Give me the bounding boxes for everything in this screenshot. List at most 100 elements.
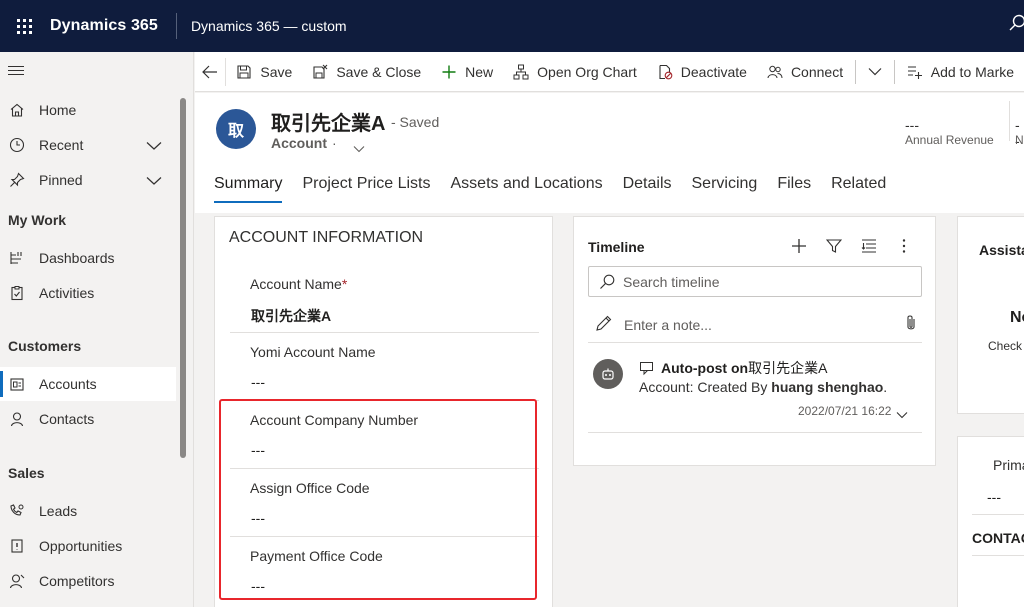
open-org-chart-button[interactable]: Open Org Chart bbox=[503, 52, 647, 91]
save-button[interactable]: Save bbox=[226, 52, 302, 91]
sidebar-item-label: Contacts bbox=[39, 411, 95, 427]
page-title: 取引先企業A bbox=[271, 113, 386, 135]
arrow-left-icon bbox=[202, 65, 218, 78]
sidebar-item-label: Opportunities bbox=[39, 538, 123, 554]
competitor-icon bbox=[8, 572, 26, 590]
phone-person-icon bbox=[8, 502, 26, 520]
tab-files[interactable]: Files bbox=[777, 175, 811, 205]
timeline-item-description: Account: Created By huang shenghao. bbox=[639, 379, 888, 395]
field-yomi-account-name[interactable]: Yomi Account Name --- bbox=[230, 333, 539, 401]
tab-details[interactable]: Details bbox=[623, 175, 672, 205]
sort-icon[interactable] bbox=[860, 237, 878, 255]
search-icon bbox=[1009, 14, 1024, 31]
plus-icon[interactable] bbox=[790, 237, 808, 255]
tab-servicing[interactable]: Servicing bbox=[692, 175, 758, 205]
new-button[interactable]: New bbox=[431, 52, 503, 91]
plus-icon bbox=[441, 64, 457, 80]
save-close-icon bbox=[312, 64, 328, 80]
sidebar-item-pinned[interactable]: Pinned bbox=[0, 163, 176, 197]
note-placeholder: Enter a note... bbox=[624, 317, 712, 333]
timeline-search-input[interactable]: Search timeline bbox=[588, 266, 922, 297]
timeline-title: Timeline bbox=[588, 239, 645, 255]
chevron-down-icon[interactable] bbox=[896, 406, 908, 424]
search-placeholder: Search timeline bbox=[623, 274, 720, 290]
note-input[interactable]: Enter a note... bbox=[588, 309, 922, 343]
sidebar-item-accounts[interactable]: Accounts bbox=[0, 367, 176, 401]
post-icon bbox=[639, 360, 655, 376]
field-label: Yomi Account Name bbox=[250, 344, 376, 360]
more-options-icon[interactable] bbox=[895, 237, 913, 255]
primary-contact-value[interactable]: --- bbox=[987, 489, 1001, 505]
annual-revenue-value: --- bbox=[905, 117, 919, 133]
field-value[interactable]: --- bbox=[251, 374, 265, 390]
save-close-label: Save & Close bbox=[336, 63, 422, 80]
menu-toggle-button[interactable] bbox=[8, 66, 24, 78]
sidebar-item-contacts[interactable]: Contacts bbox=[0, 402, 176, 436]
primary-contact-section: Prima --- CONTAC bbox=[957, 436, 1024, 607]
timeline-item-title: Auto-post on 取引先企業A bbox=[639, 358, 827, 378]
connect-button[interactable]: Connect bbox=[757, 52, 853, 91]
timeline-section: Timeline Search timeline Enter a note...… bbox=[573, 216, 936, 466]
primary-contact-label: Prima bbox=[993, 457, 1024, 473]
sidebar-item-label: Home bbox=[39, 102, 77, 118]
person-icon bbox=[8, 410, 26, 428]
search-icon bbox=[599, 274, 615, 295]
sidebar-item-label: Accounts bbox=[39, 376, 97, 392]
tab-assets-and-locations[interactable]: Assets and Locations bbox=[451, 175, 603, 205]
home-icon bbox=[8, 101, 26, 119]
tab-related[interactable]: Related bbox=[831, 175, 886, 205]
save-close-button[interactable]: Save & Close bbox=[302, 52, 431, 91]
sidebar-scrollbar[interactable] bbox=[180, 98, 186, 458]
nav-group-my-work: My Work bbox=[8, 212, 67, 228]
record-tabs: Summary Project Price Lists Assets and L… bbox=[214, 175, 906, 205]
field-value[interactable]: 取引先企業A bbox=[251, 306, 331, 326]
sidebar-item-activities[interactable]: Activities bbox=[0, 276, 176, 310]
pin-icon bbox=[8, 171, 26, 189]
entity-name: Account bbox=[271, 135, 327, 151]
paperclip-icon[interactable] bbox=[904, 314, 918, 337]
back-button[interactable] bbox=[195, 57, 227, 86]
kpi2-label: N bbox=[1015, 133, 1024, 147]
tab-summary[interactable]: Summary bbox=[214, 175, 283, 205]
tab-project-price-lists[interactable]: Project Price Lists bbox=[302, 175, 430, 205]
sidebar-item-opportunities[interactable]: Opportunities bbox=[0, 529, 176, 563]
sidebar-item-label: Recent bbox=[39, 137, 84, 153]
divider bbox=[972, 514, 1024, 515]
deactivate-icon bbox=[657, 64, 673, 80]
sidebar-item-label: Competitors bbox=[39, 573, 115, 589]
command-separator bbox=[893, 59, 895, 84]
sidebar-item-recent[interactable]: Recent bbox=[0, 128, 176, 162]
assistant-hint: Check y bbox=[988, 339, 1024, 353]
timeline-item[interactable]: Auto-post on 取引先企業A Account: Created By … bbox=[588, 351, 922, 433]
assistant-message: No bbox=[1010, 309, 1024, 326]
assistant-title: Assistan bbox=[979, 242, 1024, 258]
field-account-name[interactable]: Account Name* 取引先企業A bbox=[230, 265, 539, 333]
clipboard-icon bbox=[8, 284, 26, 302]
chevron-down-icon[interactable] bbox=[146, 138, 162, 154]
field-label: Account Name* bbox=[250, 276, 348, 292]
sidebar-item-home[interactable]: Home bbox=[0, 93, 176, 127]
app-launcher-button[interactable] bbox=[6, 18, 42, 34]
people-icon bbox=[767, 64, 783, 80]
app-name[interactable]: Dynamics 365 bbox=[50, 17, 158, 35]
sidebar-item-label: Dashboards bbox=[39, 250, 115, 266]
search-button[interactable] bbox=[1008, 14, 1024, 36]
sidebar-item-dashboards[interactable]: Dashboards bbox=[0, 241, 176, 275]
org-chart-icon bbox=[513, 64, 529, 80]
top-divider bbox=[175, 13, 177, 39]
app-title[interactable]: Dynamics 365 — custom bbox=[191, 18, 347, 34]
clock-icon bbox=[8, 136, 26, 154]
sidebar-item-leads[interactable]: Leads bbox=[0, 494, 176, 528]
sidebar-item-competitors[interactable]: Competitors bbox=[0, 564, 176, 598]
entity-separator: · bbox=[332, 135, 337, 151]
timeline-actions bbox=[773, 237, 913, 255]
filter-icon[interactable] bbox=[825, 237, 843, 255]
waffle-icon bbox=[16, 18, 32, 34]
sidebar-item-label: Leads bbox=[39, 503, 78, 519]
connect-dropdown-button[interactable] bbox=[858, 52, 892, 91]
chevron-down-icon[interactable] bbox=[146, 173, 162, 189]
deactivate-button[interactable]: Deactivate bbox=[647, 52, 757, 91]
new-label: New bbox=[465, 63, 494, 80]
add-to-marketing-list-button[interactable]: Add to Marke bbox=[897, 52, 1024, 91]
form-selector-chevron-icon[interactable] bbox=[353, 140, 365, 158]
